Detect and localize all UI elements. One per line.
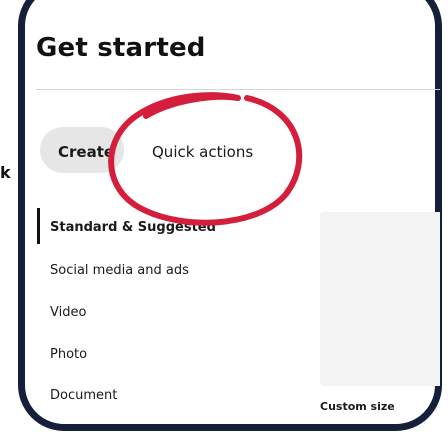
- nav-item-photo[interactable]: Photo: [50, 347, 87, 362]
- custom-size-label: Custom size: [320, 400, 395, 413]
- nav-item-social-media-ads[interactable]: Social media and ads: [50, 263, 189, 278]
- page-title: Get started: [36, 33, 206, 63]
- custom-size-card[interactable]: [320, 212, 440, 386]
- header-divider: [36, 89, 440, 90]
- nav-item-document[interactable]: Document: [50, 388, 117, 403]
- nav-item-video[interactable]: Video: [50, 305, 86, 320]
- tab-create-label[interactable]: Create: [58, 143, 114, 161]
- nav-item-standard-suggested[interactable]: Standard & Suggested: [50, 220, 216, 235]
- nav-active-indicator: [37, 208, 40, 244]
- offscreen-text-fragment: k: [0, 163, 11, 182]
- tab-quick-actions[interactable]: Quick actions: [152, 143, 253, 161]
